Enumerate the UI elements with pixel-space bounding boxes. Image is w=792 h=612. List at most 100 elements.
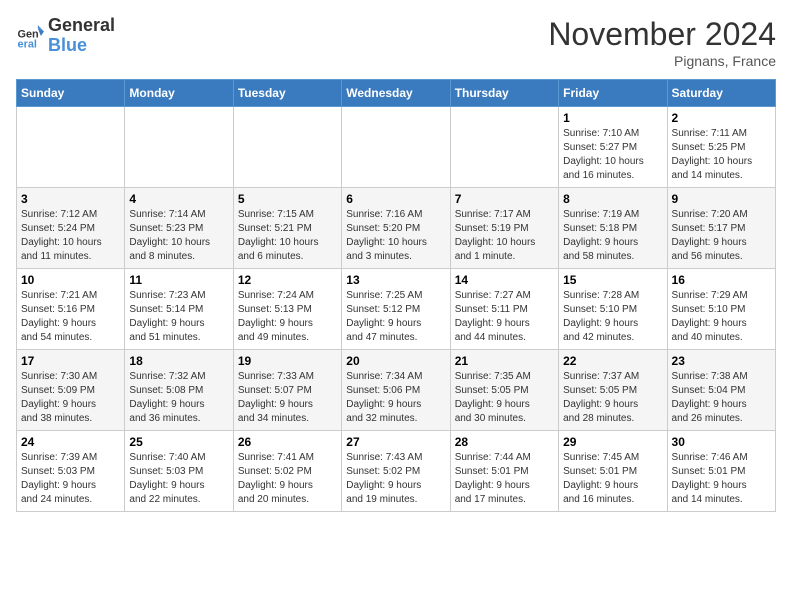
- day-number: 19: [238, 354, 337, 368]
- calendar-day-cell: 15Sunrise: 7:28 AM Sunset: 5:10 PM Dayli…: [559, 269, 667, 350]
- day-number: 4: [129, 192, 228, 206]
- calendar-day-cell: 23 Sunrise: 7:38 AM Sunset: 5:04 PM Dayli…: [667, 350, 775, 431]
- day-info: Sunrise: 7:23 AM Sunset: 5:14 PM Dayligh…: [129, 289, 228, 345]
- calendar-day-cell: 13Sunrise: 7:25 AM Sunset: 5:12 PM Dayli…: [342, 269, 450, 350]
- day-info: Sunrise: 7:35 AM Sunset: 5:05 PM Dayligh…: [455, 370, 554, 426]
- calendar-day-cell: 25Sunrise: 7:40 AM Sunset: 5:03 PM Dayli…: [125, 431, 233, 512]
- location: Pignans, France: [548, 53, 776, 69]
- calendar-body: 1 Sunrise: 7:10 AM Sunset: 5:27 PM Daylig…: [17, 107, 776, 512]
- day-number: 10: [21, 273, 120, 287]
- calendar-day-cell: 5 Sunrise: 7:15 AM Sunset: 5:21 PM Daylig…: [233, 188, 341, 269]
- calendar-day-cell: 16Sunrise: 7:29 AM Sunset: 5:10 PM Dayli…: [667, 269, 775, 350]
- logo-line1: General: [48, 16, 115, 36]
- logo: Gen eral General Blue: [16, 16, 115, 56]
- calendar-week-row: 10 Sunrise: 7:21 AM Sunset: 5:16 PM Dayli…: [17, 269, 776, 350]
- month-title: November 2024: [548, 16, 776, 53]
- calendar-table: SundayMondayTuesdayWednesdayThursdayFrid…: [16, 79, 776, 512]
- calendar-day-cell: 29 Sunrise: 7:45 AM Sunset: 5:01 PM Dayli…: [559, 431, 667, 512]
- calendar-day-cell: 30 Sunrise: 7:46 AM Sunset: 5:01 PM Dayli…: [667, 431, 775, 512]
- day-info: Sunrise: 7:14 AM Sunset: 5:23 PM Dayligh…: [129, 208, 228, 264]
- day-info: Sunrise: 7:41 AM Sunset: 5:02 PM Dayligh…: [238, 451, 337, 507]
- calendar-week-row: 17Sunrise: 7:30 AM Sunset: 5:09 PM Dayli…: [17, 350, 776, 431]
- weekday-header: Friday: [559, 80, 667, 107]
- weekday-header: Sunday: [17, 80, 125, 107]
- day-number: 16: [672, 273, 771, 287]
- calendar-day-cell: 26 Sunrise: 7:41 AM Sunset: 5:02 PM Dayli…: [233, 431, 341, 512]
- weekday-header: Monday: [125, 80, 233, 107]
- day-info: Sunrise: 7:19 AM Sunset: 5:18 PM Dayligh…: [563, 208, 662, 264]
- day-info: Sunrise: 7:43 AM Sunset: 5:02 PM Dayligh…: [346, 451, 445, 507]
- day-info: Sunrise: 7:38 AM Sunset: 5:04 PM Dayligh…: [672, 370, 771, 426]
- day-number: 30: [672, 435, 771, 449]
- day-number: 29: [563, 435, 662, 449]
- day-info: Sunrise: 7:11 AM Sunset: 5:25 PM Dayligh…: [672, 127, 771, 183]
- day-info: Sunrise: 7:39 AM Sunset: 5:03 PM Dayligh…: [21, 451, 120, 507]
- day-info: Sunrise: 7:16 AM Sunset: 5:20 PM Dayligh…: [346, 208, 445, 264]
- calendar-day-cell: [233, 107, 341, 188]
- day-number: 27: [346, 435, 445, 449]
- weekday-header: Thursday: [450, 80, 558, 107]
- day-number: 22: [563, 354, 662, 368]
- day-number: 7: [455, 192, 554, 206]
- page-header: Gen eral General Blue November 2024 Pign…: [16, 16, 776, 69]
- day-number: 25: [129, 435, 228, 449]
- day-number: 1: [563, 111, 662, 125]
- calendar-day-cell: 12 Sunrise: 7:24 AM Sunset: 5:13 PM Dayli…: [233, 269, 341, 350]
- weekday-header: Wednesday: [342, 80, 450, 107]
- day-info: Sunrise: 7:12 AM Sunset: 5:24 PM Dayligh…: [21, 208, 120, 264]
- calendar-day-cell: 27 Sunrise: 7:43 AM Sunset: 5:02 PM Dayli…: [342, 431, 450, 512]
- day-number: 28: [455, 435, 554, 449]
- calendar-day-cell: 14 Sunrise: 7:27 AM Sunset: 5:11 PM Dayli…: [450, 269, 558, 350]
- calendar-day-cell: 10 Sunrise: 7:21 AM Sunset: 5:16 PM Dayli…: [17, 269, 125, 350]
- logo-icon: Gen eral: [16, 22, 44, 50]
- day-number: 14: [455, 273, 554, 287]
- day-number: 2: [672, 111, 771, 125]
- calendar-week-row: 24 Sunrise: 7:39 AM Sunset: 5:03 PM Dayli…: [17, 431, 776, 512]
- calendar-week-row: 3 Sunrise: 7:12 AM Sunset: 5:24 PM Daylig…: [17, 188, 776, 269]
- day-number: 26: [238, 435, 337, 449]
- calendar-day-cell: 22 Sunrise: 7:37 AM Sunset: 5:05 PM Dayli…: [559, 350, 667, 431]
- calendar-day-cell: [17, 107, 125, 188]
- calendar-day-cell: 11Sunrise: 7:23 AM Sunset: 5:14 PM Dayli…: [125, 269, 233, 350]
- day-number: 3: [21, 192, 120, 206]
- day-number: 17: [21, 354, 120, 368]
- calendar-day-cell: 9Sunrise: 7:20 AM Sunset: 5:17 PM Daylig…: [667, 188, 775, 269]
- day-info: Sunrise: 7:10 AM Sunset: 5:27 PM Dayligh…: [563, 127, 662, 183]
- calendar-day-cell: 17Sunrise: 7:30 AM Sunset: 5:09 PM Dayli…: [17, 350, 125, 431]
- day-number: 5: [238, 192, 337, 206]
- calendar-day-cell: 18Sunrise: 7:32 AM Sunset: 5:08 PM Dayli…: [125, 350, 233, 431]
- day-number: 20: [346, 354, 445, 368]
- calendar-day-cell: 6 Sunrise: 7:16 AM Sunset: 5:20 PM Daylig…: [342, 188, 450, 269]
- calendar-day-cell: 19 Sunrise: 7:33 AM Sunset: 5:07 PM Dayli…: [233, 350, 341, 431]
- calendar-day-cell: 4 Sunrise: 7:14 AM Sunset: 5:23 PM Daylig…: [125, 188, 233, 269]
- calendar-week-row: 1 Sunrise: 7:10 AM Sunset: 5:27 PM Daylig…: [17, 107, 776, 188]
- day-info: Sunrise: 7:44 AM Sunset: 5:01 PM Dayligh…: [455, 451, 554, 507]
- svg-text:eral: eral: [18, 38, 37, 49]
- day-info: Sunrise: 7:46 AM Sunset: 5:01 PM Dayligh…: [672, 451, 771, 507]
- day-number: 23: [672, 354, 771, 368]
- day-info: Sunrise: 7:15 AM Sunset: 5:21 PM Dayligh…: [238, 208, 337, 264]
- day-number: 13: [346, 273, 445, 287]
- calendar-day-cell: 2 Sunrise: 7:11 AM Sunset: 5:25 PM Daylig…: [667, 107, 775, 188]
- day-number: 24: [21, 435, 120, 449]
- day-number: 6: [346, 192, 445, 206]
- day-info: Sunrise: 7:37 AM Sunset: 5:05 PM Dayligh…: [563, 370, 662, 426]
- day-info: Sunrise: 7:21 AM Sunset: 5:16 PM Dayligh…: [21, 289, 120, 345]
- calendar-day-cell: 24 Sunrise: 7:39 AM Sunset: 5:03 PM Dayli…: [17, 431, 125, 512]
- day-info: Sunrise: 7:24 AM Sunset: 5:13 PM Dayligh…: [238, 289, 337, 345]
- day-number: 12: [238, 273, 337, 287]
- day-info: Sunrise: 7:17 AM Sunset: 5:19 PM Dayligh…: [455, 208, 554, 264]
- logo-line2: Blue: [48, 36, 115, 56]
- weekday-header: Saturday: [667, 80, 775, 107]
- weekday-row: SundayMondayTuesdayWednesdayThursdayFrid…: [17, 80, 776, 107]
- day-info: Sunrise: 7:33 AM Sunset: 5:07 PM Dayligh…: [238, 370, 337, 426]
- calendar-day-cell: [342, 107, 450, 188]
- day-info: Sunrise: 7:28 AM Sunset: 5:10 PM Dayligh…: [563, 289, 662, 345]
- day-info: Sunrise: 7:27 AM Sunset: 5:11 PM Dayligh…: [455, 289, 554, 345]
- day-number: 21: [455, 354, 554, 368]
- day-info: Sunrise: 7:45 AM Sunset: 5:01 PM Dayligh…: [563, 451, 662, 507]
- logo-text: General Blue: [48, 16, 115, 56]
- calendar-day-cell: [450, 107, 558, 188]
- calendar-day-cell: 3 Sunrise: 7:12 AM Sunset: 5:24 PM Daylig…: [17, 188, 125, 269]
- calendar-header: SundayMondayTuesdayWednesdayThursdayFrid…: [17, 80, 776, 107]
